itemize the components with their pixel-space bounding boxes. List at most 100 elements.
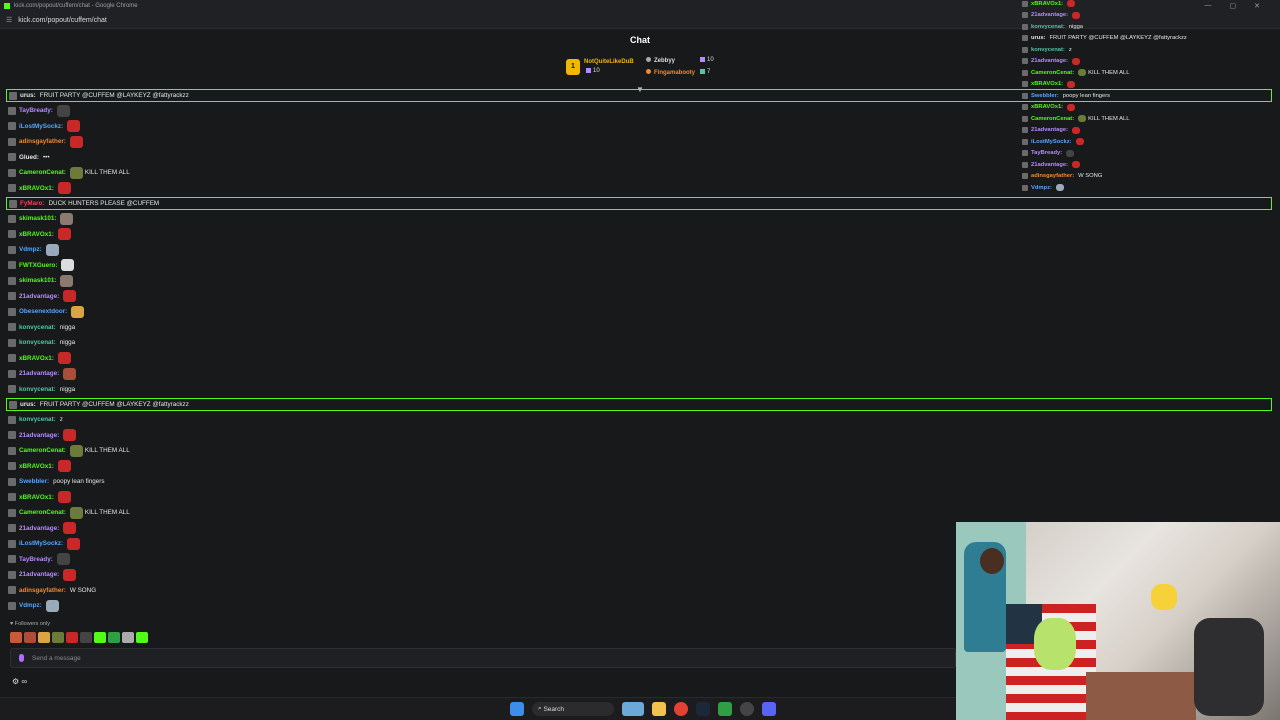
username[interactable]: CameronCenat: [1031,116,1074,122]
username[interactable]: FWTXGuero: [19,262,57,269]
username[interactable]: CameronCenat: [1031,70,1074,76]
file-explorer-icon[interactable] [652,702,666,716]
quick-emote-icon[interactable] [108,632,120,643]
emote-picker-icon[interactable] [19,654,24,662]
quick-emote-icon[interactable] [52,632,64,643]
username[interactable]: urus: [20,92,36,99]
quick-emote-icon[interactable] [136,632,148,643]
username[interactable]: TayBready: [1031,150,1062,156]
emote-icon [63,367,77,380]
username[interactable]: CameronCenat: [19,509,66,516]
app-icon[interactable] [718,702,732,716]
chat-message-row: 21advantage: [8,289,1272,305]
username[interactable]: 21advantage: [19,370,59,377]
username[interactable]: Glued: [19,154,39,161]
username[interactable]: 21advantage: [1031,127,1068,133]
quick-emote-icon[interactable] [122,632,134,643]
chrome-icon[interactable] [674,702,688,716]
username[interactable]: konvycenat: [1031,24,1065,30]
obs-icon[interactable] [740,702,754,716]
username[interactable]: iLostMySockz: [1031,139,1072,145]
overlay-message-row: CameronCenat: KILL THEM ALL [1022,113,1280,125]
chat-message-row: FWTXGuero: [8,258,1272,274]
quick-emote-icon[interactable] [24,632,36,643]
username[interactable]: TayBready: [19,556,53,563]
leaderboard-name-1[interactable]: NotQuiteLikeDuB [584,59,634,65]
user-badge-icon [9,91,17,100]
message-text: poopy lean fingers [53,478,105,486]
username[interactable]: urus: [1031,35,1046,41]
username[interactable]: TayBready: [19,107,53,114]
overlay-message-row: xBRAVOx1: [1022,79,1280,91]
message-text: W SONG [69,586,97,594]
username[interactable]: 21advantage: [19,293,59,300]
gift-icon [700,69,705,74]
windows-start-icon[interactable] [510,702,524,716]
user-badge-icon [8,555,16,564]
leaderboard-name-2[interactable]: Zebbyy [646,57,675,64]
username[interactable]: xBRAVOx1: [1031,1,1063,7]
quick-emote-icon[interactable] [66,632,78,643]
quick-emote-icon[interactable] [80,632,92,643]
username[interactable]: CameronCenat: [19,447,66,454]
infinity-icon[interactable]: ∞ [21,677,27,686]
leaderboard-count-3: 7 [700,69,710,75]
username[interactable]: xBRAVOx1: [19,185,54,192]
username[interactable]: FyMaro: [20,200,45,207]
username[interactable]: xBRAVOx1: [19,463,54,470]
username[interactable]: Swebbler: [1031,93,1059,99]
username[interactable]: 21advantage: [19,432,59,439]
emote-icon [69,444,83,457]
username[interactable]: 21advantage: [1031,162,1068,168]
emote-icon [71,305,85,318]
username[interactable]: konvycenat: [19,339,56,346]
user-badge-icon [1022,46,1028,53]
username[interactable]: 21advantage: [19,525,59,532]
username[interactable]: adinsgayfather: [19,587,66,594]
quick-emote-icon[interactable] [10,632,22,643]
name-2: Zebbyy [654,58,676,64]
chat-message-row: FyMaro: DUCK HUNTERS PLEASE @CUFFEM [6,197,1272,210]
username[interactable]: xBRAVOx1: [19,231,54,238]
name-3: Fingamabooty [654,70,696,76]
quick-emote-icon[interactable] [94,632,106,643]
username[interactable]: konvycenat: [19,416,56,423]
username[interactable]: konvycenat: [1031,47,1065,53]
username[interactable]: Vdmpz: [1031,185,1052,191]
emote-icon [1072,161,1081,169]
username[interactable]: iLostMySockz: [19,540,63,547]
widget-icon[interactable] [622,702,644,716]
overlay-message-row: Swebbler: poopy lean fingers [1022,90,1280,102]
username[interactable]: urus: [20,401,36,408]
username[interactable]: konvycenat: [19,386,56,393]
username[interactable]: Vdmpz: [19,246,42,253]
discord-icon[interactable] [762,702,776,716]
username[interactable]: xBRAVOx1: [19,494,54,501]
username[interactable]: 21advantage: [1031,58,1068,64]
settings-icon[interactable]: ⚙ [12,677,19,686]
steam-icon[interactable] [696,702,710,716]
username[interactable]: Vdmpz: [19,602,42,609]
taskbar-search[interactable]: ⌕ Search [532,702,614,716]
quick-emote-icon[interactable] [38,632,50,643]
username[interactable]: Obesenextdoor: [19,308,67,315]
username[interactable]: xBRAVOx1: [1031,81,1063,87]
username[interactable]: 21advantage: [19,571,59,578]
username[interactable]: xBRAVOx1: [1031,104,1063,110]
username[interactable]: konvycenat: [19,324,56,331]
username[interactable]: skimask101: [19,215,56,222]
username[interactable]: adinsgayfather: [1031,173,1074,179]
site-info-icon[interactable]: ☰ [6,16,12,24]
username[interactable]: adinsgayfather: [19,138,66,145]
message-input[interactable]: Send a message [10,648,956,668]
leaderboard-name-3[interactable]: Fingamabooty [646,69,695,76]
username[interactable]: iLostMySockz: [19,123,63,130]
user-badge-icon [8,230,16,239]
username[interactable]: skimask101: [19,277,56,284]
overlay-message-row: konvycenat: nigga [1022,21,1280,33]
username[interactable]: xBRAVOx1: [19,355,54,362]
username[interactable]: Swebbler: [19,478,49,485]
username[interactable]: CameronCenat: [19,169,66,176]
username[interactable]: 21advantage: [1031,12,1068,18]
url-text[interactable]: kick.com/popout/cuffem/chat [18,17,107,24]
